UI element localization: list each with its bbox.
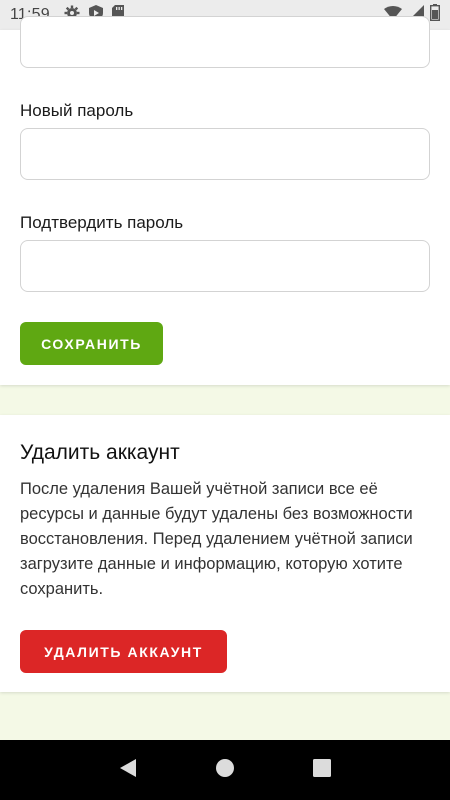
home-button[interactable] <box>205 750 245 790</box>
battery-icon <box>429 4 441 26</box>
new-password-label: Новый пароль <box>20 101 134 120</box>
delete-account-card: Удалить аккаунт После удаления Вашей учё… <box>0 415 450 692</box>
new-password-field[interactable] <box>20 128 430 180</box>
confirm-password-label: Подтвердить пароль <box>20 213 184 232</box>
current-password-field[interactable] <box>20 16 430 68</box>
back-icon <box>118 758 138 783</box>
delete-account-description: После удаления Вашей учётной записи все … <box>20 480 413 598</box>
update-password-card: Новый пароль Подтвердить пароль СОХРАНИТ… <box>0 16 450 385</box>
home-icon <box>215 758 235 783</box>
confirm-password-field[interactable] <box>20 240 430 292</box>
recents-button[interactable] <box>302 750 342 790</box>
delete-account-title: Удалить аккаунт <box>20 441 180 464</box>
navigation-bar <box>0 740 450 800</box>
back-button[interactable] <box>108 750 148 790</box>
delete-account-button[interactable]: УДАЛИТЬ АККАУНТ <box>20 630 227 673</box>
recents-icon <box>312 758 331 782</box>
save-button[interactable]: СОХРАНИТЬ <box>20 322 163 365</box>
